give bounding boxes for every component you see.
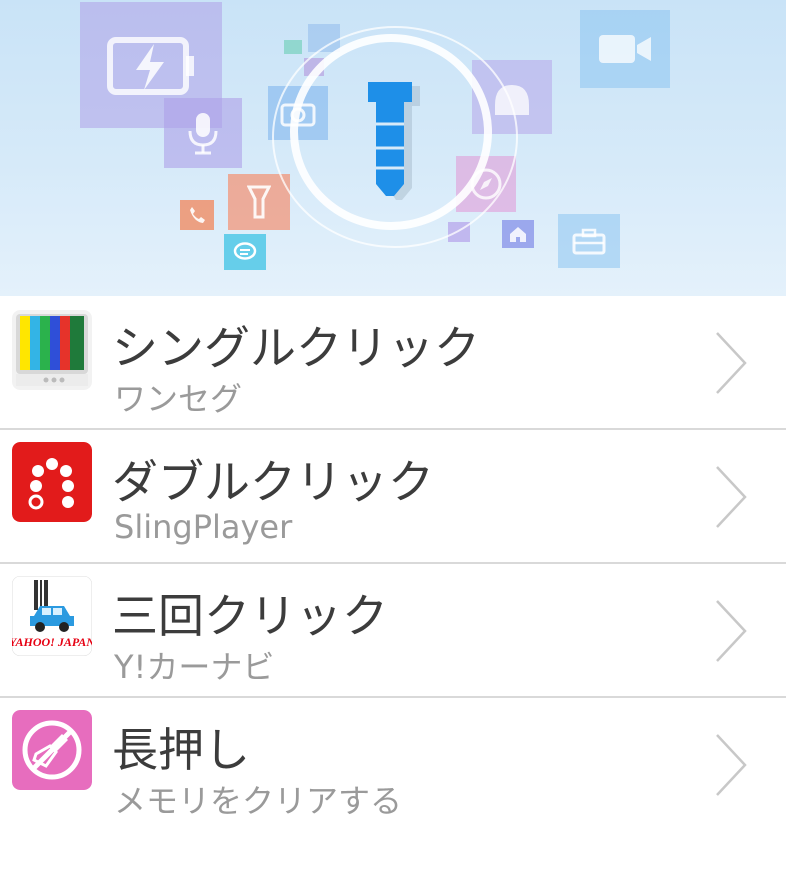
row-title: 三回クリック xyxy=(112,589,388,643)
video-camera-icon xyxy=(580,10,670,88)
row-subtitle: Y!カーナビ xyxy=(114,648,275,686)
chat-icon xyxy=(224,234,266,270)
triple-click-row[interactable]: YAHOO! JAPAN 三回クリック Y!カーナビ xyxy=(0,564,786,698)
tv-color-bars-icon xyxy=(12,310,92,390)
row-subtitle: メモリをクリアする xyxy=(114,782,403,820)
row-title: シングルクリック xyxy=(112,321,480,375)
chevron-right-icon xyxy=(714,330,748,400)
chevron-right-icon xyxy=(714,464,748,534)
chevron-right-icon xyxy=(714,598,748,668)
phone-icon xyxy=(180,200,214,230)
yahoo-car-navi-icon: YAHOO! JAPAN xyxy=(12,576,92,656)
hero-banner xyxy=(0,0,786,296)
flashlight-icon xyxy=(228,174,290,230)
svg-text:YAHOO! JAPAN: YAHOO! JAPAN xyxy=(12,635,92,649)
toolbox-icon xyxy=(558,214,620,268)
row-title: ダブルクリック xyxy=(112,455,434,509)
action-list: シングルクリック ワンセグ ダブルクリック SlingPlayer YAHOO!… xyxy=(0,296,786,830)
row-subtitle: ワンセグ xyxy=(114,380,243,418)
double-click-row[interactable]: ダブルクリック SlingPlayer xyxy=(0,430,786,564)
row-title: 長押し xyxy=(112,723,250,777)
long-press-row[interactable]: 長押し メモリをクリアする xyxy=(0,698,786,830)
chevron-right-icon xyxy=(714,732,748,802)
small-tile-icon xyxy=(284,40,302,54)
home-icon xyxy=(502,220,534,248)
single-click-row[interactable]: シングルクリック ワンセグ xyxy=(0,296,786,430)
slingplayer-icon xyxy=(12,442,92,522)
row-subtitle: SlingPlayer xyxy=(114,508,293,546)
memory-cleaner-brush-icon xyxy=(12,710,92,790)
earphone-jack-plug-icon xyxy=(360,76,430,206)
microphone-icon xyxy=(164,98,242,168)
